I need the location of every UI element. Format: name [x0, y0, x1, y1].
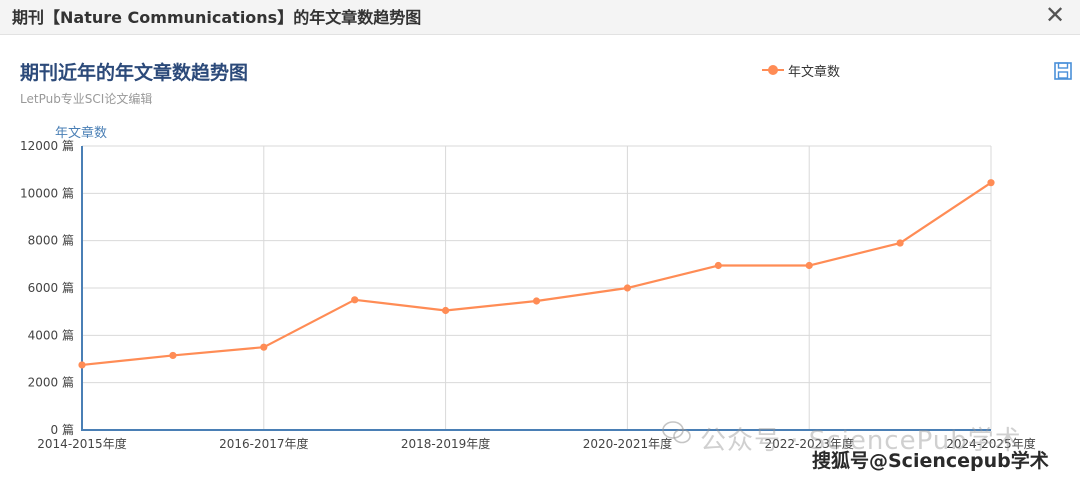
- data-point: [532, 297, 541, 305]
- watermark-sohu: 搜狐号@Sciencepub学术: [812, 450, 1049, 472]
- data-point: [78, 361, 86, 369]
- data-point: [442, 306, 450, 315]
- x-tick-label: 2020-2021年度: [583, 436, 672, 451]
- y-tick-label: 4000 篇: [28, 327, 74, 342]
- data-point: [351, 296, 359, 304]
- y-axis-title: 年文章数: [55, 125, 107, 141]
- data-point: [987, 179, 995, 187]
- wechat-icon: [662, 421, 691, 444]
- data-point: [169, 351, 177, 360]
- y-tick-label: 0 篇: [51, 422, 74, 437]
- line-chart: 0 篇2000 篇4000 篇6000 篇8000 篇10000 篇12000 …: [20, 125, 1036, 451]
- y-tick-label: 10000 篇: [20, 185, 74, 200]
- series-line: [81, 181, 992, 367]
- data-point: [896, 239, 904, 247]
- data-point: [623, 284, 632, 292]
- x-tick-label: 2014-2015年度: [37, 436, 126, 451]
- data-point: [714, 261, 722, 270]
- y-tick-label: 6000 篇: [28, 280, 74, 295]
- data-point: [260, 343, 268, 351]
- data-point: [805, 261, 813, 270]
- x-tick-label: 2018-2019年度: [401, 436, 490, 451]
- y-tick-label: 8000 篇: [28, 233, 74, 248]
- x-tick-label: 2016-2017年度: [219, 436, 308, 451]
- y-tick-label: 2000 篇: [28, 375, 74, 390]
